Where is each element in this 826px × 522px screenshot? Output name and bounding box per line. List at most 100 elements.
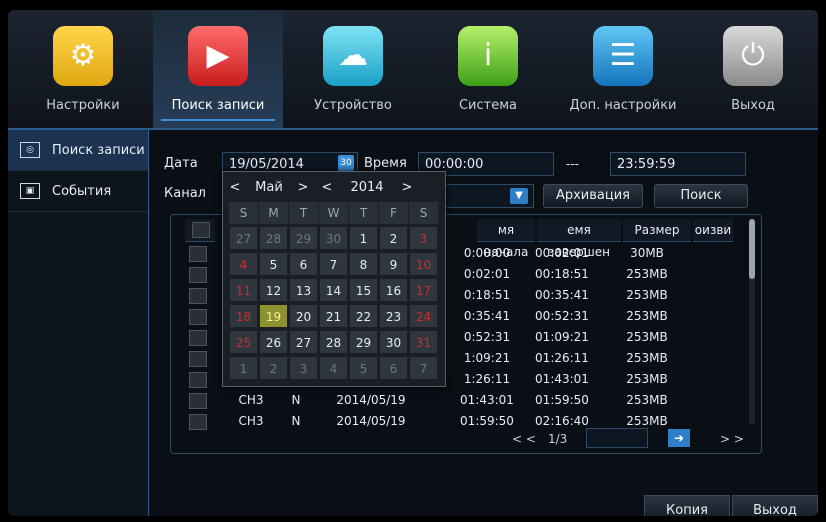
calendar-day[interactable]: 22 <box>349 304 378 328</box>
table-cell: 0:00:00 <box>463 246 511 260</box>
calendar-day[interactable]: 27 <box>289 330 318 354</box>
copy-button[interactable]: Копия <box>644 495 730 516</box>
calendar-day[interactable]: 25 <box>229 330 258 354</box>
scrollbar[interactable] <box>749 219 755 425</box>
table-cell: 00:02:01 <box>535 246 589 260</box>
table-cell: N <box>291 414 301 428</box>
menu-record-search[interactable]: ▶ Поиск записи <box>153 10 283 128</box>
hdd-cloud-icon: ☁ <box>323 26 383 86</box>
calendar-day[interactable]: 6 <box>289 252 318 276</box>
calendar-day[interactable]: 9 <box>379 252 408 276</box>
row-checkbox[interactable] <box>189 393 207 409</box>
page-input[interactable] <box>586 428 648 448</box>
prev-year-button[interactable]: < <box>315 180 339 195</box>
prev-month-button[interactable]: < <box>223 180 247 195</box>
calendar-day[interactable]: 4 <box>229 252 258 276</box>
calendar-day[interactable]: 19 <box>259 304 288 328</box>
scrollbar-thumb[interactable] <box>749 219 755 279</box>
table-cell: 01:59:50 <box>460 414 514 428</box>
table-cell: 1:09:21 <box>463 351 511 365</box>
calendar-day[interactable]: 12 <box>259 278 288 302</box>
calendar-day[interactable]: 3 <box>409 226 438 250</box>
calendar-day[interactable]: 28 <box>319 330 348 354</box>
calendar-day-outside[interactable]: 1 <box>229 356 258 380</box>
calendar-day[interactable]: 21 <box>319 304 348 328</box>
calendar-day[interactable]: 29 <box>349 330 378 354</box>
calendar-icon[interactable]: 30 <box>338 155 354 171</box>
select-all-checkbox[interactable] <box>192 222 210 238</box>
calendar-day[interactable]: 16 <box>379 278 408 302</box>
row-checkbox[interactable] <box>189 267 207 283</box>
calendar-day[interactable]: 31 <box>409 330 438 354</box>
menu-settings[interactable]: ⚙ Настройки <box>18 10 148 128</box>
row-checkbox[interactable] <box>189 330 207 346</box>
calendar-day-outside[interactable]: 30 <box>319 226 348 250</box>
calendar-day[interactable]: 17 <box>409 278 438 302</box>
calendar-day[interactable]: 5 <box>259 252 288 276</box>
calendar-day-outside[interactable]: 4 <box>319 356 348 380</box>
table-cell: CH3 <box>238 414 264 428</box>
menu-label: Система <box>458 98 518 113</box>
calendar-day[interactable]: 20 <box>289 304 318 328</box>
date-picker: < Май > < 2014 > S M T W T F S 27 28 29 30 1 2 3 4 5 6 7 8… <box>222 171 446 387</box>
calendar-day[interactable]: 7 <box>319 252 348 276</box>
sidebar-item-events[interactable]: ▣ События <box>8 171 148 212</box>
calendar-day-outside[interactable]: 29 <box>289 226 318 250</box>
row-checkbox[interactable] <box>189 309 207 325</box>
year-value: 2014 <box>350 179 384 195</box>
exit-button[interactable]: Выход <box>732 495 818 516</box>
calendar-day[interactable]: 26 <box>259 330 288 354</box>
calendar-day-outside[interactable]: 3 <box>289 356 318 380</box>
next-month-button[interactable]: > <box>291 180 315 195</box>
go-arrow-icon[interactable]: ➜ <box>668 429 690 447</box>
row-checkbox[interactable] <box>189 372 207 388</box>
menu-system[interactable]: i Система <box>423 10 553 128</box>
calendar-day[interactable]: 8 <box>349 252 378 276</box>
table-row[interactable]: CH3 N 2014/05/19 01:59:50 02:16:40 253MB <box>171 411 741 432</box>
calendar-day[interactable]: 14 <box>319 278 348 302</box>
row-checkbox[interactable] <box>189 414 207 430</box>
system-info-icon: i <box>458 26 518 86</box>
calendar-day[interactable]: 24 <box>409 304 438 328</box>
film-reel-icon: ◎ <box>20 142 40 158</box>
archive-button[interactable]: Архивация <box>543 184 643 208</box>
calendar-day[interactable]: 11 <box>229 278 258 302</box>
settings-gear-icon: ⚙ <box>53 26 113 86</box>
search-button[interactable]: Поиск <box>654 184 748 208</box>
calendar-day-outside[interactable]: 5 <box>349 356 378 380</box>
calendar-day-outside[interactable]: 27 <box>229 226 258 250</box>
calendar-day-outside[interactable]: 6 <box>379 356 408 380</box>
menu-label: Доп. настройки <box>569 98 677 113</box>
calendar-day[interactable]: 30 <box>379 330 408 354</box>
calendar-day[interactable]: 1 <box>349 226 378 250</box>
table-cell: 00:18:51 <box>535 267 589 281</box>
menu-exit[interactable]: ⏻ Выход <box>688 10 818 128</box>
table-cell: 2014/05/19 <box>336 414 406 428</box>
weekday-header: S <box>229 202 258 224</box>
calendar-day-outside[interactable]: 2 <box>259 356 288 380</box>
calendar-day[interactable]: 10 <box>409 252 438 276</box>
calendar-day[interactable]: 18 <box>229 304 258 328</box>
table-cell: 0:52:31 <box>463 330 511 344</box>
row-checkbox[interactable] <box>189 288 207 304</box>
pager-next[interactable]: > > <box>720 432 744 446</box>
calendar-day[interactable]: 2 <box>379 226 408 250</box>
calendar-day[interactable]: 23 <box>379 304 408 328</box>
chevron-down-icon[interactable]: ▼ <box>510 188 528 204</box>
menu-advanced[interactable]: ☰ Доп. настройки <box>558 10 688 128</box>
menu-device[interactable]: ☁ Устройство <box>288 10 418 128</box>
calendar-day-outside[interactable]: 28 <box>259 226 288 250</box>
table-row[interactable]: CH3 N 2014/05/19 01:43:01 01:59:50 253MB <box>171 390 741 411</box>
calendar-day[interactable]: 13 <box>289 278 318 302</box>
table-cell: 0:02:01 <box>463 267 511 281</box>
power-icon: ⏻ <box>723 26 783 86</box>
next-year-button[interactable]: > <box>395 180 419 195</box>
calendar-day[interactable]: 15 <box>349 278 378 302</box>
pager-prev[interactable]: < < <box>512 432 536 446</box>
calendar-day-outside[interactable]: 7 <box>409 356 438 380</box>
time-end-field[interactable]: 23:59:59 <box>610 152 746 176</box>
sidebar-item-record-search[interactable]: ◎ Поиск записи <box>8 130 148 171</box>
row-checkbox[interactable] <box>189 246 207 262</box>
col-start-time: мя начала <box>477 219 535 259</box>
row-checkbox[interactable] <box>189 351 207 367</box>
